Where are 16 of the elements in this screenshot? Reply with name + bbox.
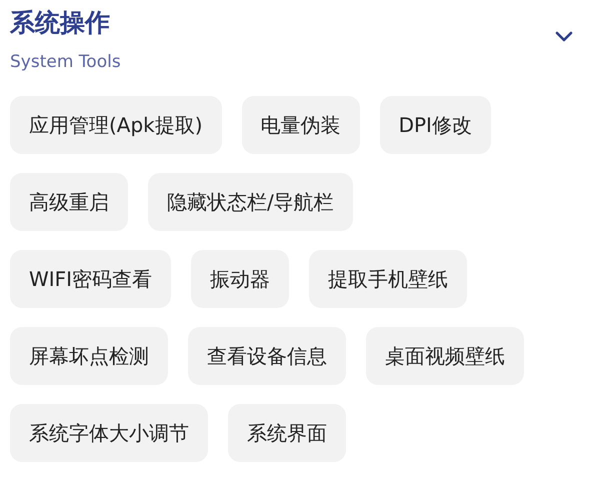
tool-button[interactable]: 应用管理(Apk提取)	[10, 96, 222, 154]
tool-button[interactable]: 查看设备信息	[188, 327, 346, 385]
tool-button[interactable]: 振动器	[191, 250, 290, 308]
tool-button[interactable]: 屏幕坏点检测	[10, 327, 168, 385]
tool-button[interactable]: 高级重启	[10, 173, 128, 231]
tool-button[interactable]: 桌面视频壁纸	[366, 327, 524, 385]
tool-button[interactable]: WIFI密码查看	[10, 250, 172, 308]
section-subtitle: System Tools	[10, 52, 121, 72]
tool-button[interactable]: 系统界面	[228, 404, 346, 462]
tool-button[interactable]: 电量伪装	[242, 96, 360, 154]
tool-button[interactable]: DPI修改	[380, 96, 491, 154]
chevron-icon[interactable]	[554, 29, 574, 43]
section-title: 系统操作	[10, 7, 111, 39]
tool-button[interactable]: 系统字体大小调节	[10, 404, 208, 462]
tool-button[interactable]: 提取手机壁纸	[309, 250, 468, 308]
tool-button[interactable]: 隐藏状态栏/导航栏	[148, 173, 353, 231]
